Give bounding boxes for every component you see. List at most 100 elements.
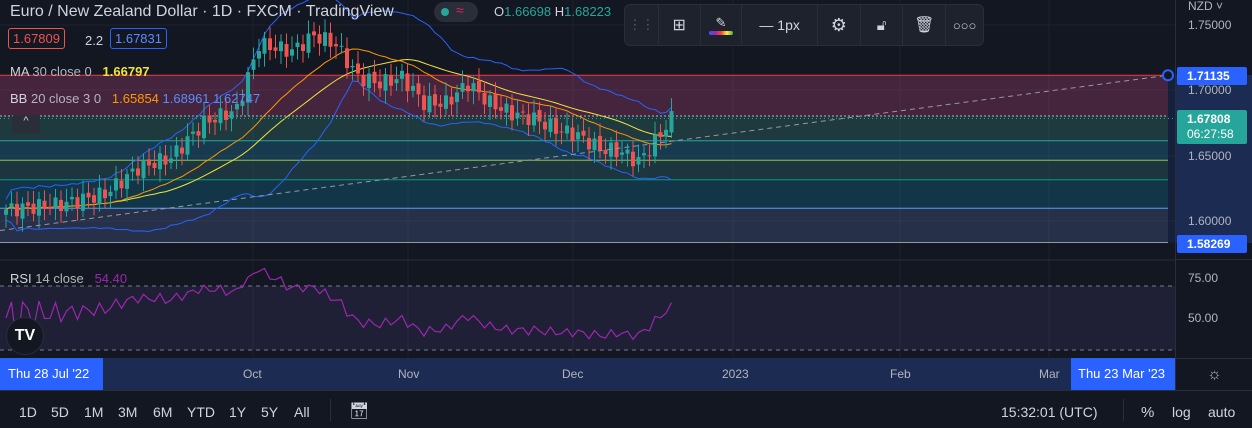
- time-tick: Mar: [1039, 367, 1060, 381]
- go-to-date-icon[interactable]: 📅︎: [349, 401, 369, 421]
- candle-body: [455, 92, 459, 103]
- market-open-icon: [441, 8, 449, 16]
- candle-body: [411, 85, 415, 91]
- ohlc-readout: O1.66698 H1.68223: [494, 4, 612, 19]
- candle-body: [449, 96, 454, 105]
- candle-body: [499, 107, 503, 111]
- candle-body: [427, 95, 432, 113]
- drawing-toolbar: ⋮⋮ ⊞ ✎ — 1px ⚙ 🔓︎ 🗑︎ ○○○: [624, 4, 984, 46]
- rsi-tick: 75.00: [1188, 271, 1219, 285]
- chart-canvas[interactable]: [0, 0, 1175, 358]
- candle-body: [350, 65, 355, 68]
- candle-body: [460, 83, 465, 92]
- price-axis[interactable]: NZD ˅ 1.75000 1.70000 1.65000 1.60000 1.…: [1175, 0, 1252, 390]
- tradingview-logo[interactable]: TV: [6, 317, 44, 355]
- candle-body: [136, 168, 140, 176]
- candle-body: [548, 118, 553, 132]
- range-1y[interactable]: 1Y: [229, 404, 246, 420]
- price-tick: 1.65000: [1188, 149, 1232, 163]
- candle-body: [268, 38, 272, 51]
- price-tick: 1.75000: [1188, 18, 1232, 32]
- candle-body: [191, 131, 195, 134]
- range-5d[interactable]: 5D: [51, 404, 69, 420]
- price-tick: 1.60000: [1188, 214, 1232, 228]
- candle-body: [543, 121, 547, 130]
- range-ytd[interactable]: YTD: [187, 404, 215, 420]
- candle-body: [647, 155, 652, 157]
- range-3m[interactable]: 3M: [118, 404, 137, 420]
- price-tick: 1.70000: [1188, 83, 1232, 97]
- fib-zone: [0, 179, 1168, 209]
- auto-toggle[interactable]: auto: [1208, 404, 1235, 420]
- gear-icon[interactable]: ⚙: [818, 5, 861, 45]
- range-5y[interactable]: 5Y: [261, 404, 278, 420]
- bb-legend[interactable]: BB 20 close 3 0 1.65854 1.68961 1.62747: [10, 91, 260, 106]
- collapse-legend-button[interactable]: ^: [12, 115, 40, 133]
- range-1m[interactable]: 1M: [84, 404, 103, 420]
- candle-body: [9, 203, 14, 208]
- candle-body: [581, 130, 586, 136]
- line-width-button[interactable]: — 1px: [742, 5, 818, 45]
- currency-selector[interactable]: NZD ˅: [1188, 0, 1223, 13]
- time-tick: 2023: [722, 367, 749, 381]
- rsi-legend[interactable]: RSI 14 close 54.40: [10, 271, 127, 286]
- candle-body: [92, 195, 96, 203]
- last-price-label: 1.67808 06:27:58: [1177, 110, 1247, 144]
- rsi-tick: 50.00: [1188, 311, 1219, 325]
- candle-body: [328, 32, 333, 47]
- settings-sun-icon[interactable]: ☼: [1176, 358, 1252, 390]
- time-axis[interactable]: Thu 28 Jul '22 Oct Nov Dec 2023 Feb Mar …: [0, 358, 1175, 390]
- more-icon[interactable]: ○○○: [946, 5, 983, 45]
- candle-body: [103, 189, 107, 199]
- candle-body: [141, 159, 146, 179]
- candle-body: [125, 174, 129, 189]
- candle-body: [334, 44, 338, 47]
- candle-body: [339, 45, 344, 47]
- candle-body: [180, 147, 184, 154]
- candle-body: [158, 153, 162, 170]
- add-template-icon[interactable]: ⊞: [659, 5, 701, 45]
- ma-legend[interactable]: MA 30 close 0 1.66797: [10, 64, 150, 79]
- candle-body: [26, 202, 30, 206]
- candle-body: [493, 94, 498, 110]
- candle-body: [653, 134, 657, 157]
- candle-body: [75, 197, 80, 209]
- trash-icon[interactable]: 🗑︎: [903, 5, 947, 45]
- drag-handle-icon[interactable]: ⋮⋮: [625, 5, 659, 45]
- range-1d[interactable]: 1D: [19, 404, 37, 420]
- trendline-top-label: 1.71135: [1177, 67, 1247, 85]
- buy-button[interactable]: 1.67831: [110, 28, 167, 49]
- unlock-icon[interactable]: 🔓︎: [861, 5, 904, 45]
- candle-body: [416, 83, 421, 95]
- clock[interactable]: 15:32:01 (UTC): [1001, 404, 1097, 420]
- candle-body: [119, 180, 124, 189]
- range-6m[interactable]: 6M: [153, 404, 172, 420]
- candle-body: [279, 41, 283, 52]
- candle-body: [4, 209, 8, 215]
- percent-toggle[interactable]: %: [1141, 404, 1154, 421]
- candle-body: [251, 59, 256, 70]
- candle-body: [565, 125, 569, 134]
- market-status-toggle[interactable]: ≈: [434, 2, 478, 22]
- candle-body: [603, 150, 608, 155]
- log-toggle[interactable]: log: [1172, 404, 1191, 420]
- candle-body: [658, 132, 663, 138]
- line-color-button[interactable]: ✎: [701, 5, 743, 45]
- candle-body: [37, 199, 41, 216]
- color-swatch: [708, 31, 733, 35]
- time-tick: Dec: [562, 367, 584, 381]
- candle-body: [433, 94, 437, 106]
- divider: [330, 399, 331, 421]
- candle-body: [614, 142, 619, 158]
- candle-body: [345, 48, 349, 69]
- candle-body: [669, 111, 674, 133]
- sell-button[interactable]: 1.67809: [8, 28, 65, 49]
- candle-body: [537, 109, 542, 122]
- range-all[interactable]: All: [294, 404, 310, 420]
- candle-body: [213, 119, 217, 123]
- candle-body: [81, 193, 85, 211]
- candle-body: [389, 75, 393, 86]
- candle-body: [521, 111, 525, 113]
- candle-body: [504, 103, 509, 113]
- candle-body: [383, 74, 388, 91]
